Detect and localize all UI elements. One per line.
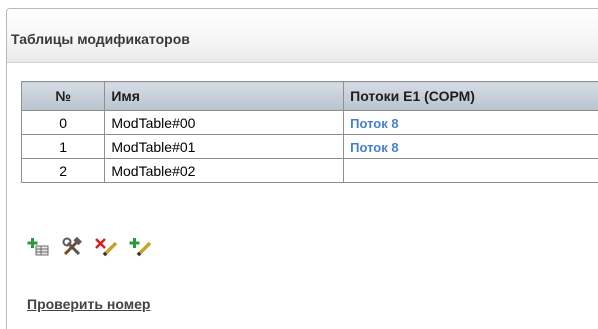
panel-header: Таблицы модификаторов: [7, 9, 598, 63]
row-num: 0: [22, 111, 105, 135]
delete-edit-icon[interactable]: [95, 237, 119, 257]
row-flows: Поток 8: [344, 111, 598, 135]
row-flows: [344, 159, 598, 183]
row-num: 2: [22, 159, 105, 183]
flow-link[interactable]: Поток 8: [350, 140, 398, 155]
row-num: 1: [22, 135, 105, 159]
check-number-link[interactable]: Проверить номер: [27, 296, 150, 312]
add-table-icon[interactable]: [27, 237, 51, 257]
modifier-tables-table: № Имя Потоки E1 (СОРМ) 0 ModTable#00 Пот…: [21, 81, 598, 183]
table-row[interactable]: 1 ModTable#01 Поток 8: [22, 135, 598, 159]
row-name[interactable]: ModTable#00: [105, 111, 344, 135]
table-row[interactable]: 2 ModTable#02: [22, 159, 598, 183]
panel-title: Таблицы модификаторов: [11, 31, 190, 47]
flow-link[interactable]: Поток 8: [350, 116, 398, 131]
column-header-num[interactable]: №: [22, 82, 105, 111]
action-toolbar: [27, 236, 153, 258]
row-flows: Поток 8: [344, 135, 598, 159]
row-name[interactable]: ModTable#02: [105, 159, 344, 183]
tools-icon[interactable]: [61, 237, 85, 257]
table-header-row: № Имя Потоки E1 (СОРМ): [22, 82, 598, 111]
column-header-name[interactable]: Имя: [105, 82, 344, 111]
table-row[interactable]: 0 ModTable#00 Поток 8: [22, 111, 598, 135]
row-name[interactable]: ModTable#01: [105, 135, 344, 159]
column-header-flows[interactable]: Потоки E1 (СОРМ): [344, 82, 598, 111]
add-edit-icon[interactable]: [129, 237, 153, 257]
